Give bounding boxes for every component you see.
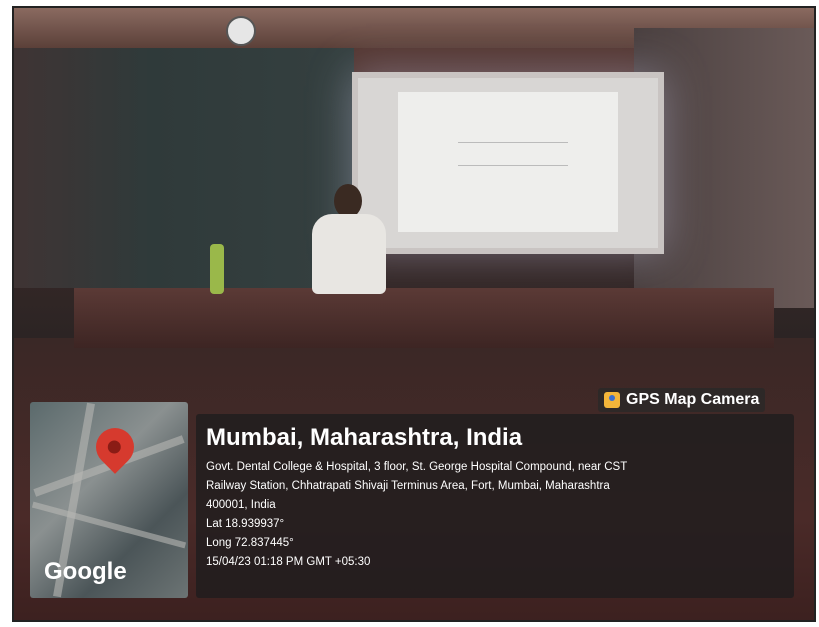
speaker-head — [334, 184, 362, 218]
projection-screen — [352, 72, 664, 254]
map-road — [31, 501, 187, 549]
location-info-panel: Mumbai, Maharashtra, India Govt. Dental … — [196, 414, 794, 598]
longitude: Long 72.837445° — [206, 537, 294, 549]
speaker-body — [312, 214, 386, 294]
gps-map-camera-icon — [604, 392, 620, 408]
latitude: Lat 18.939937° — [206, 518, 285, 530]
left-wall — [14, 48, 354, 288]
speaker — [304, 184, 394, 294]
gps-map-camera-badge: GPS Map Camera — [598, 388, 766, 412]
google-logo: Google — [44, 558, 127, 585]
slide-text-block — [458, 142, 568, 166]
location-title: Mumbai, Maharashtra, India — [206, 424, 523, 451]
wall-clock — [226, 16, 256, 46]
projected-slide — [398, 92, 618, 232]
gps-map-camera-label: GPS Map Camera — [626, 391, 760, 408]
water-bottle — [210, 244, 224, 294]
timestamp: 15/04/23 01:18 PM GMT +05:30 — [206, 556, 371, 568]
address-line-2: Railway Station, Chhatrapati Shivaji Ter… — [206, 480, 610, 492]
map-thumbnail: Google — [30, 402, 188, 598]
address-line-1: Govt. Dental College & Hospital, 3 floor… — [206, 461, 628, 473]
address-line-3: 400001, India — [206, 499, 276, 511]
lecture-desk — [74, 288, 774, 348]
